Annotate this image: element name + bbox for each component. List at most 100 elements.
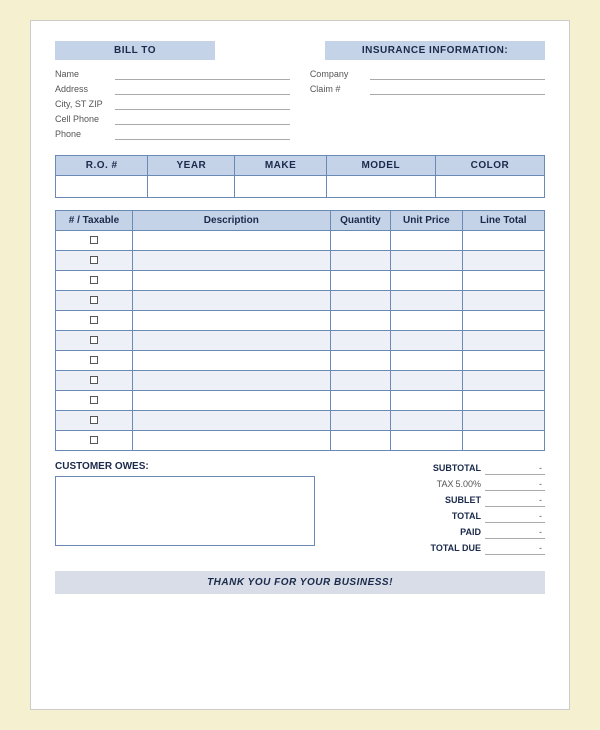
col-header-qty: Quantity bbox=[330, 211, 390, 231]
name-label: Name bbox=[55, 69, 115, 79]
line-total-cell[interactable] bbox=[462, 431, 544, 451]
line-item-row bbox=[56, 291, 545, 311]
line-num-cell[interactable] bbox=[56, 311, 133, 331]
line-unit-cell[interactable] bbox=[391, 331, 462, 351]
vehicle-color[interactable] bbox=[435, 176, 544, 198]
line-num-cell[interactable] bbox=[56, 351, 133, 371]
name-value[interactable] bbox=[115, 68, 290, 80]
line-qty-cell[interactable] bbox=[330, 311, 390, 331]
vehicle-model[interactable] bbox=[326, 176, 435, 198]
line-desc-cell[interactable] bbox=[132, 371, 330, 391]
line-qty-cell[interactable] bbox=[330, 391, 390, 411]
taxable-checkbox[interactable] bbox=[90, 296, 98, 304]
line-num-cell[interactable] bbox=[56, 331, 133, 351]
line-qty-cell[interactable] bbox=[330, 371, 390, 391]
address-row: Address bbox=[55, 83, 290, 95]
taxable-checkbox[interactable] bbox=[90, 376, 98, 384]
line-desc-cell[interactable] bbox=[132, 251, 330, 271]
line-qty-cell[interactable] bbox=[330, 351, 390, 371]
city-value[interactable] bbox=[115, 98, 290, 110]
line-unit-cell[interactable] bbox=[391, 291, 462, 311]
col-header-num: # / Taxable bbox=[56, 211, 133, 231]
line-total-cell[interactable] bbox=[462, 411, 544, 431]
line-desc-cell[interactable] bbox=[132, 331, 330, 351]
line-num-cell[interactable] bbox=[56, 271, 133, 291]
vehicle-table: R.O. # YEAR MAKE MODEL COLOR bbox=[55, 155, 545, 198]
line-desc-cell[interactable] bbox=[132, 231, 330, 251]
line-total-cell[interactable] bbox=[462, 231, 544, 251]
header-row: BILL TO INSURANCE INFORMATION: bbox=[55, 41, 545, 60]
line-item-row bbox=[56, 371, 545, 391]
info-section: Name Address City, ST ZIP Cell Phone Pho… bbox=[55, 68, 545, 143]
cell-value[interactable] bbox=[115, 113, 290, 125]
taxable-checkbox[interactable] bbox=[90, 276, 98, 284]
line-num-cell[interactable] bbox=[56, 431, 133, 451]
line-desc-cell[interactable] bbox=[132, 391, 330, 411]
line-unit-cell[interactable] bbox=[391, 231, 462, 251]
taxable-checkbox[interactable] bbox=[90, 236, 98, 244]
line-total-cell[interactable] bbox=[462, 271, 544, 291]
line-qty-cell[interactable] bbox=[330, 411, 390, 431]
line-total-cell[interactable] bbox=[462, 311, 544, 331]
phone-value[interactable] bbox=[115, 128, 290, 140]
vehicle-row bbox=[56, 176, 545, 198]
line-unit-cell[interactable] bbox=[391, 431, 462, 451]
line-qty-cell[interactable] bbox=[330, 431, 390, 451]
line-num-cell[interactable] bbox=[56, 251, 133, 271]
line-item-row bbox=[56, 411, 545, 431]
line-unit-cell[interactable] bbox=[391, 351, 462, 371]
line-num-cell[interactable] bbox=[56, 411, 133, 431]
vehicle-year[interactable] bbox=[148, 176, 235, 198]
col-header-desc: Description bbox=[132, 211, 330, 231]
claim-value[interactable] bbox=[370, 83, 545, 95]
line-total-cell[interactable] bbox=[462, 291, 544, 311]
line-desc-cell[interactable] bbox=[132, 291, 330, 311]
line-qty-cell[interactable] bbox=[330, 331, 390, 351]
line-qty-cell[interactable] bbox=[330, 271, 390, 291]
taxable-checkbox[interactable] bbox=[90, 336, 98, 344]
vehicle-col-ro: R.O. # bbox=[56, 156, 148, 176]
total-row: TOTAL - bbox=[329, 509, 545, 523]
line-desc-cell[interactable] bbox=[132, 271, 330, 291]
line-total-cell[interactable] bbox=[462, 251, 544, 271]
line-qty-cell[interactable] bbox=[330, 251, 390, 271]
line-num-cell[interactable] bbox=[56, 391, 133, 411]
customer-owes-box[interactable] bbox=[55, 476, 315, 546]
vehicle-ro[interactable] bbox=[56, 176, 148, 198]
line-unit-cell[interactable] bbox=[391, 251, 462, 271]
line-total-cell[interactable] bbox=[462, 371, 544, 391]
subtotal-label: SUBTOTAL bbox=[401, 463, 481, 473]
line-unit-cell[interactable] bbox=[391, 271, 462, 291]
claim-row: Claim # bbox=[310, 83, 545, 95]
taxable-checkbox[interactable] bbox=[90, 436, 98, 444]
bottom-section: CUSTOMER OWES: SUBTOTAL - TAX 5.00% - SU… bbox=[55, 461, 545, 557]
line-total-cell[interactable] bbox=[462, 351, 544, 371]
line-desc-cell[interactable] bbox=[132, 311, 330, 331]
vehicle-col-year: YEAR bbox=[148, 156, 235, 176]
vehicle-col-color: COLOR bbox=[435, 156, 544, 176]
line-desc-cell[interactable] bbox=[132, 431, 330, 451]
line-unit-cell[interactable] bbox=[391, 371, 462, 391]
line-num-cell[interactable] bbox=[56, 231, 133, 251]
vehicle-make[interactable] bbox=[235, 176, 326, 198]
line-unit-cell[interactable] bbox=[391, 311, 462, 331]
line-num-cell[interactable] bbox=[56, 291, 133, 311]
col-header-unit: Unit Price bbox=[391, 211, 462, 231]
taxable-checkbox[interactable] bbox=[90, 396, 98, 404]
taxable-checkbox[interactable] bbox=[90, 416, 98, 424]
company-value[interactable] bbox=[370, 68, 545, 80]
line-desc-cell[interactable] bbox=[132, 411, 330, 431]
line-unit-cell[interactable] bbox=[391, 411, 462, 431]
taxable-checkbox[interactable] bbox=[90, 316, 98, 324]
line-unit-cell[interactable] bbox=[391, 391, 462, 411]
line-total-cell[interactable] bbox=[462, 391, 544, 411]
line-desc-cell[interactable] bbox=[132, 351, 330, 371]
paid-row: PAID - bbox=[329, 525, 545, 539]
taxable-checkbox[interactable] bbox=[90, 356, 98, 364]
taxable-checkbox[interactable] bbox=[90, 256, 98, 264]
line-num-cell[interactable] bbox=[56, 371, 133, 391]
address-value[interactable] bbox=[115, 83, 290, 95]
line-qty-cell[interactable] bbox=[330, 231, 390, 251]
line-qty-cell[interactable] bbox=[330, 291, 390, 311]
line-total-cell[interactable] bbox=[462, 331, 544, 351]
